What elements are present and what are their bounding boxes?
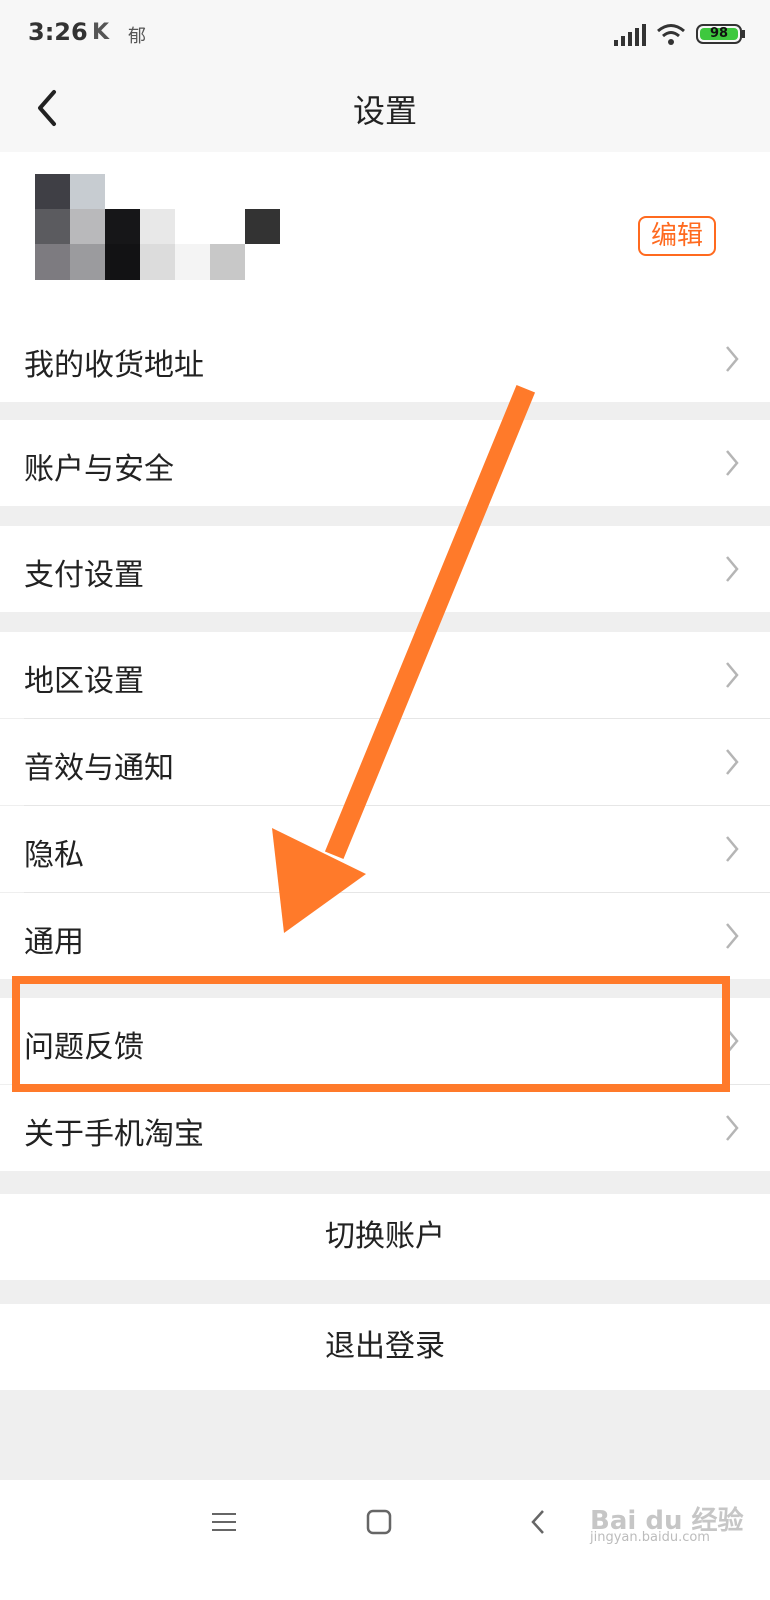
- status-bar: 3:26 K 郁 98: [0, 0, 770, 64]
- menu-item-payment[interactable]: 支付设置: [0, 526, 770, 612]
- menu-item-account-security[interactable]: 账户与安全: [0, 420, 770, 506]
- menu-item-label: 音效与通知: [24, 751, 174, 786]
- menu-item-label: 我的收货地址: [24, 348, 204, 383]
- menu-item-label: 账户与安全: [24, 452, 174, 487]
- menu-item-about[interactable]: 关于手机淘宝: [0, 1085, 770, 1171]
- chevron-right-icon: [726, 836, 739, 862]
- back-icon[interactable]: [528, 1508, 548, 1536]
- avatar[interactable]: [35, 174, 285, 280]
- chevron-right-icon: [726, 923, 739, 949]
- chevron-right-icon: [726, 749, 739, 775]
- chevron-right-icon: [726, 346, 739, 372]
- wifi-icon: [657, 24, 685, 45]
- nav-bar: 设置: [0, 64, 770, 152]
- profile-section[interactable]: 编辑: [0, 152, 770, 317]
- logout-label: 退出登录: [325, 1329, 445, 1364]
- highlight-box-annotation: [12, 976, 730, 1092]
- switch-account-button[interactable]: 切换账户: [0, 1194, 770, 1280]
- app-notification-icon: 郁: [128, 26, 146, 47]
- switch-account-label: 切换账户: [325, 1219, 445, 1254]
- menu-item-label: 通用: [24, 925, 84, 960]
- menu-item-label: 隐私: [24, 838, 84, 873]
- chevron-right-icon: [726, 1115, 739, 1141]
- watermark-url: jingyan.baidu.com: [590, 1530, 710, 1545]
- k-notification-icon: K: [92, 20, 110, 45]
- menu-item-privacy[interactable]: 隐私: [0, 806, 770, 892]
- menu-item-region[interactable]: 地区设置: [0, 632, 770, 718]
- edit-profile-button[interactable]: 编辑: [638, 216, 716, 256]
- chevron-right-icon: [726, 662, 739, 688]
- menu-item-label: 地区设置: [24, 664, 144, 699]
- battery-level: 98: [709, 26, 729, 41]
- menu-item-label: 关于手机淘宝: [24, 1117, 204, 1152]
- menu-item-sound-notification[interactable]: 音效与通知: [0, 719, 770, 805]
- chevron-right-icon: [726, 450, 739, 476]
- page-title: 设置: [352, 92, 417, 130]
- status-time: 3:26: [28, 18, 88, 46]
- home-square-icon[interactable]: [366, 1509, 392, 1535]
- menu-item-label: 支付设置: [24, 558, 144, 593]
- menu-icon[interactable]: [210, 1510, 238, 1534]
- battery-icon: 98: [696, 24, 742, 44]
- menu-item-general[interactable]: 通用: [0, 893, 770, 979]
- menu-item-address[interactable]: 我的收货地址: [0, 316, 770, 402]
- logout-button[interactable]: 退出登录: [0, 1304, 770, 1390]
- signal-icon: [614, 24, 646, 46]
- chevron-right-icon: [726, 556, 739, 582]
